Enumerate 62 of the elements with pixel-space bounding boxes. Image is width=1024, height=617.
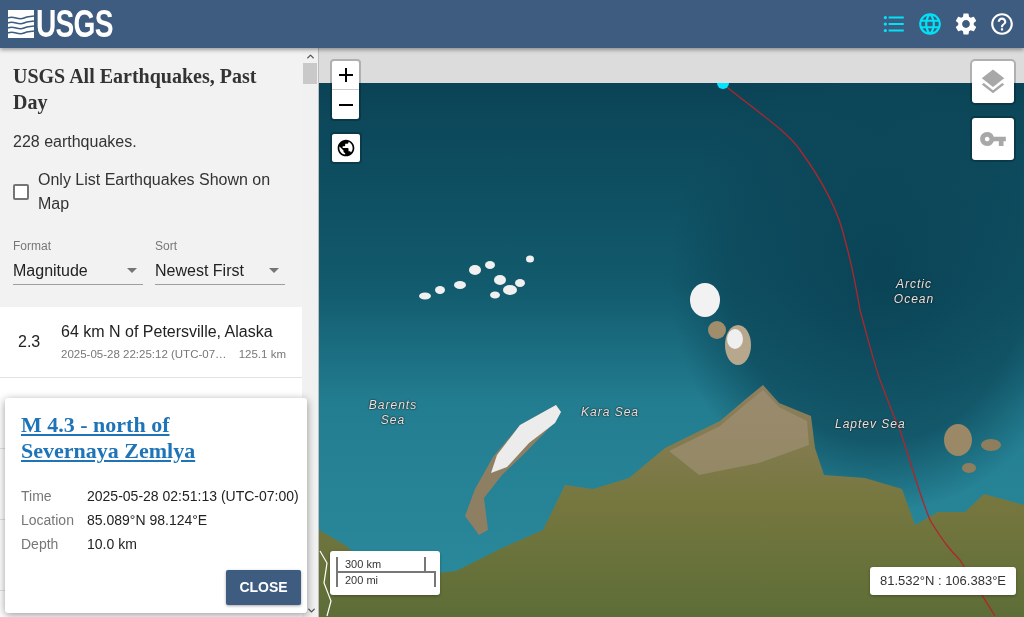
earthquake-title-link[interactable]: M 4.3 - north of Severnaya Zemlya <box>21 412 221 464</box>
island <box>944 424 972 456</box>
island <box>419 292 431 300</box>
island <box>454 281 466 289</box>
time-text: 2025-05-28 22:25:12 (UTC-07… <box>61 347 227 362</box>
depth-text: 125.1 km <box>238 347 286 362</box>
map-label: Laptev Sea <box>835 417 906 432</box>
detail-value: 2025-05-28 02:51:13 (UTC-07:00) <box>87 487 300 506</box>
help-icon <box>989 11 1015 37</box>
island <box>494 275 506 285</box>
layers-button[interactable] <box>970 59 1016 105</box>
select-label: Sort <box>155 238 178 254</box>
earthquake-list-item[interactable]: 2.3 64 km N of Petersville, Alaska 2025-05-28 22:25:12 (UTC-07… 125.1 km <box>0 307 302 378</box>
detail-value: 10.0 km <box>87 535 138 554</box>
plus-icon <box>338 68 353 82</box>
dropdown-caret-icon <box>127 268 137 273</box>
close-button[interactable]: CLOSE <box>226 570 301 605</box>
scroll-down-icon[interactable] <box>306 605 317 616</box>
map-label: Barents Sea <box>367 398 419 428</box>
magnitude-text: 2.3 <box>18 332 41 352</box>
country-border-line <box>319 550 332 617</box>
island <box>962 463 976 473</box>
scale-line: 300 km <box>336 557 426 573</box>
logo-text: USGS <box>36 4 113 44</box>
globe-icon <box>336 138 356 158</box>
island <box>503 285 517 295</box>
coordinates-readout: 81.532°N : 106.383°E <box>869 567 1016 595</box>
settings-icon <box>953 11 979 37</box>
globe-icon <box>917 11 943 37</box>
detail-value: 85.089°N 98.124°E <box>87 511 209 530</box>
usgs-logo-icon <box>8 10 34 38</box>
earthquake-count: 228 earthquakes. <box>13 132 138 152</box>
minus-icon <box>338 103 353 106</box>
island <box>469 265 481 275</box>
select-label: Format <box>13 238 52 254</box>
checkbox[interactable] <box>13 184 29 200</box>
help-button[interactable] <box>988 10 1016 38</box>
map-view-button[interactable] <box>916 10 944 38</box>
detail-label: Depth <box>21 535 60 554</box>
island <box>981 439 1001 451</box>
island <box>435 286 445 294</box>
map-label: Arctic Ocean <box>892 277 936 307</box>
world-view-button[interactable] <box>330 132 362 164</box>
dropdown-select[interactable]: Newest First <box>155 257 285 285</box>
sidebar-title: USGS All Earthquakes, Past Day <box>13 64 258 115</box>
detail-label: Location <box>21 511 75 530</box>
island <box>690 283 720 317</box>
scrollbar-thumb[interactable] <box>303 63 317 84</box>
scroll-up-icon[interactable] <box>304 51 316 62</box>
detail-label: Time <box>21 487 53 506</box>
earthquake-marker-icon[interactable] <box>717 83 729 89</box>
legend-button[interactable] <box>970 116 1016 162</box>
island <box>526 255 534 263</box>
scale-line: 200 mi <box>336 571 436 587</box>
island <box>490 291 500 299</box>
dropdown-select[interactable]: Magnitude <box>13 257 143 285</box>
map-panel[interactable]: Arctic Ocean Barents Sea Kara Sea Laptev Sea 300 km 200 mi 81.532°N : 106.383°E <box>319 48 1024 617</box>
place-text: 64 km N of Petersville, Alaska <box>61 322 274 342</box>
checkbox-label[interactable]: Only List Earthquakes Shown on Map <box>38 168 288 216</box>
island <box>485 261 495 269</box>
map-label: Kara Sea <box>581 405 640 420</box>
dropdown-caret-icon <box>269 268 279 273</box>
